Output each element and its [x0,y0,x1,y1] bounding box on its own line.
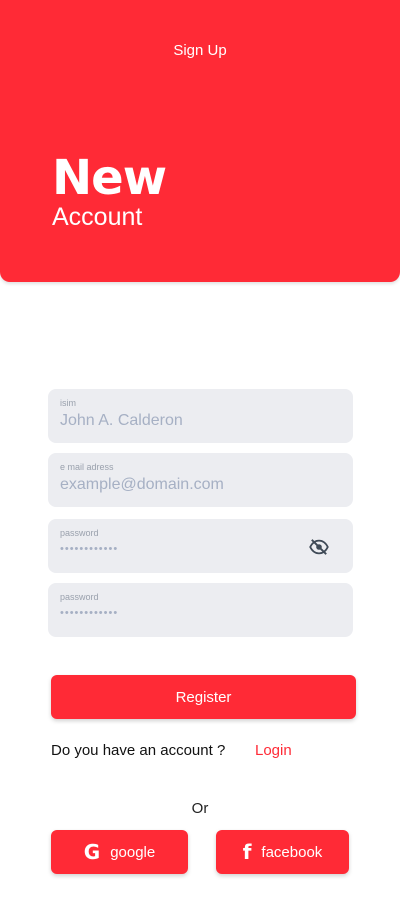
name-input[interactable]: John A. Calderon [60,412,183,430]
password-field[interactable]: password •••••••••••• [48,519,353,573]
email-field[interactable]: e mail adress example@domain.com [48,453,353,507]
confirm-password-field[interactable]: password •••••••••••• [48,583,353,637]
confirm-password-input[interactable]: •••••••••••• [60,607,118,619]
confirm-password-field-label: password [60,592,99,602]
account-question: Do you have an account ? [51,742,226,759]
page-title: Sign Up [173,42,227,59]
password-input[interactable]: •••••••••••• [60,543,118,555]
password-field-label: password [60,528,99,538]
google-button-label: google [110,843,156,861]
google-icon: G [83,840,101,864]
name-field-label: isim [60,398,76,408]
eye-off-icon[interactable] [309,539,329,555]
name-field[interactable]: isim John A. Calderon [48,389,353,443]
facebook-button-label: facebook [261,843,323,861]
facebook-button[interactable]: f facebook [216,830,349,874]
google-button[interactable]: G google [51,830,188,874]
email-input[interactable]: example@domain.com [60,476,224,494]
register-button[interactable]: Register [51,675,356,719]
header-banner: Sign Up New Account [0,0,400,282]
hero-heading: New [52,150,167,206]
hero-subheading: Account [52,203,143,231]
or-divider: Or [191,800,209,817]
login-link[interactable]: Login [255,742,292,759]
email-field-label: e mail adress [60,462,114,472]
facebook-icon: f [242,840,252,864]
